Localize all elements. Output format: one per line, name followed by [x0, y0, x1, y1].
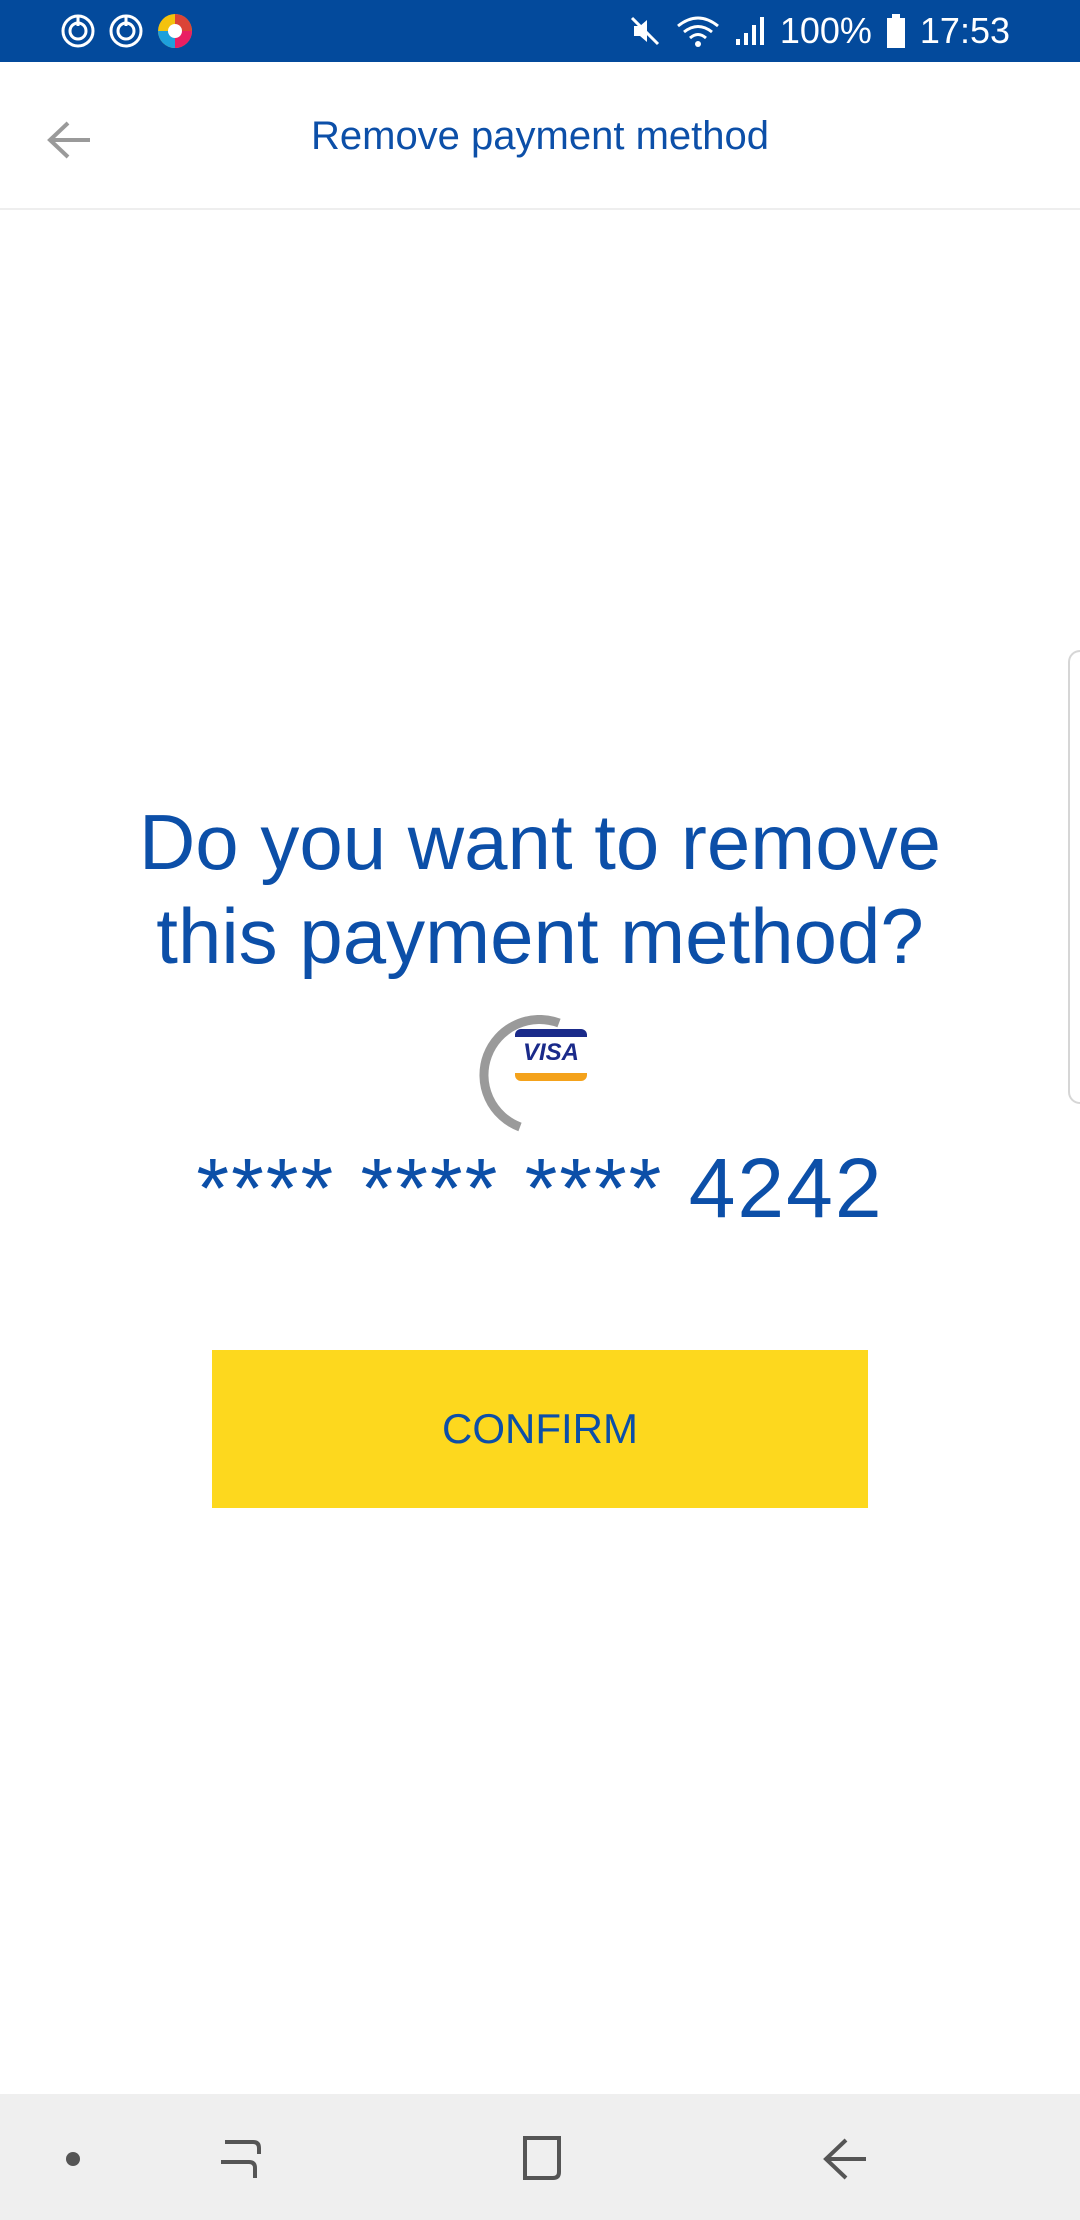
card-logo: VISA [475, 1015, 605, 1135]
recent-apps-icon[interactable] [205, 2124, 275, 2194]
battery-percent: 100% [779, 10, 872, 51]
question-line-2: this payment method? [156, 892, 924, 980]
card-number: **** **** **** 4242 [196, 1141, 884, 1235]
edge-panel-handle[interactable] [1068, 650, 1080, 1104]
status-notifications [60, 12, 194, 50]
dot-icon[interactable] [38, 2124, 108, 2194]
wifi-icon [676, 14, 720, 48]
home-icon[interactable] [507, 2124, 577, 2194]
question-line-1: Do you want to remove [138, 798, 942, 886]
page-title: Remove payment method [310, 114, 769, 158]
card-brand-label: VISA [522, 1039, 579, 1066]
app-bar: Remove payment method [0, 62, 1080, 210]
navigation-bar [0, 2094, 1080, 2220]
mute-icon [628, 14, 662, 48]
browser-app-icon [156, 12, 194, 50]
sync-icon [60, 13, 96, 49]
remove-question: Do you want to remove this payment metho… [60, 795, 1020, 983]
battery-icon [886, 14, 906, 48]
sync-icon [108, 13, 144, 49]
visa-logo-icon: VISA [515, 1029, 587, 1081]
status-system-info: 100% 17:53 [628, 0, 1010, 62]
clock: 17:53 [919, 10, 1010, 51]
back-icon[interactable] [810, 2124, 880, 2194]
status-bar: 100% 17:53 [0, 0, 1080, 62]
confirm-button[interactable]: CONFIRM [212, 1350, 868, 1508]
signal-icon [734, 15, 766, 47]
